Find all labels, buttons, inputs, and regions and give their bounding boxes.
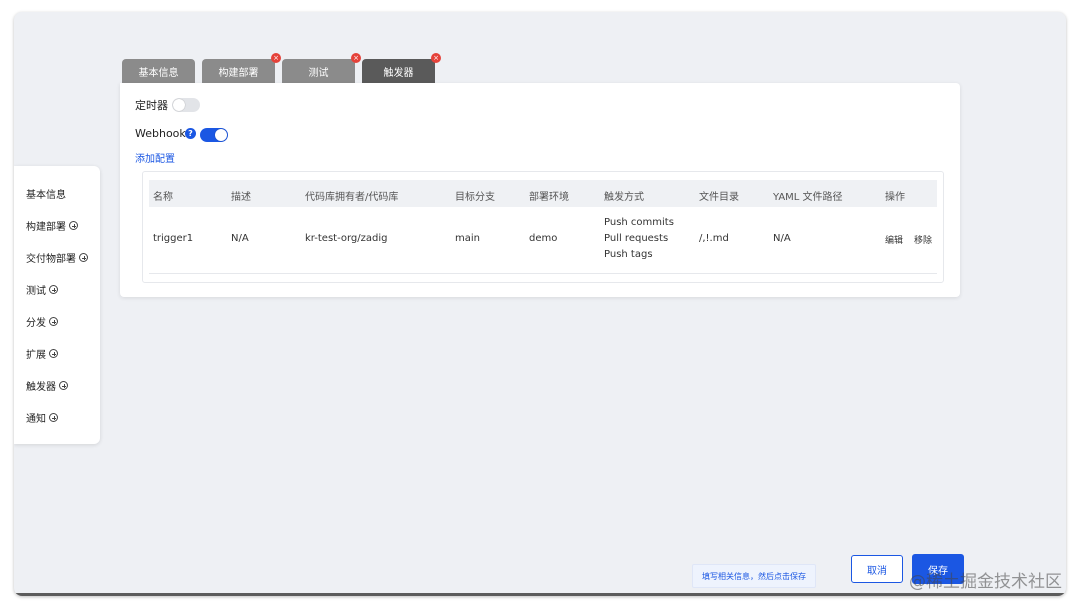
sidebar: 基本信息 构建部署 交付物部署 测试 分发 扩展 触发器 通知 [14,166,100,444]
edit-link[interactable]: 编辑 [885,233,903,246]
close-icon[interactable]: × [351,53,361,63]
sidebar-item-label: 交付物部署 [26,254,76,265]
tab-build-deploy[interactable]: 构建部署 × [202,53,281,83]
cell-branch: main [455,233,480,244]
save-hint: 填写相关信息，然后点击保存 [692,564,816,588]
sidebar-item-label: 通知 [26,414,46,425]
cell-repo: kr-test-org/zadig [305,233,388,244]
header-actions: 操作 [885,192,905,203]
header-branch: 目标分支 [455,192,495,203]
sidebar-item-basic-info[interactable]: 基本信息 [26,186,66,201]
header-file-dir: 文件目录 [699,192,739,203]
row-divider [149,273,937,274]
window-bottom-edge [14,593,1066,596]
toggle-knob [173,99,185,111]
sidebar-item-label: 测试 [26,286,46,297]
sidebar-item-label: 基本信息 [26,190,66,201]
webhook-label: Webhook [135,127,186,140]
sidebar-item-label: 分发 [26,318,46,329]
webhook-table: 名称 描述 代码库拥有者/代码库 目标分支 部署环境 触发方式 文件目录 YAM… [142,171,944,283]
cell-description: N/A [231,233,249,244]
timer-label: 定时器 [135,99,168,112]
app-window: 基本信息 构建部署 交付物部署 测试 分发 扩展 触发器 通知 基本信息 构建部… [14,12,1066,596]
help-icon[interactable]: ? [185,128,196,139]
cell-env: demo [529,233,558,244]
cell-trigger-pull-requests: Pull requests [604,233,669,244]
header-yaml-path: YAML 文件路径 [773,192,843,203]
tab-label: 触发器 [383,67,414,79]
cell-yaml-path: N/A [773,233,791,244]
sidebar-item-trigger[interactable]: 触发器 [26,378,68,393]
tab-label: 构建部署 [218,67,259,79]
tab-basic-info[interactable]: 基本信息 [122,59,195,83]
timer-toggle[interactable] [172,98,200,112]
header-description: 描述 [231,192,251,203]
cell-trigger-push-commits: Push commits [604,217,674,228]
sidebar-item-label: 触发器 [26,382,56,393]
cancel-button[interactable]: 取消 [851,555,903,583]
sidebar-item-label: 构建部署 [26,222,66,233]
add-circle-icon[interactable] [69,221,78,230]
trigger-panel: 定时器 Webhook ? 添加配置 名称 描述 代码库拥有者/代码库 目标分支… [120,83,960,297]
close-icon[interactable]: × [271,53,281,63]
watermark: @稀土掘金技术社区 [909,572,1062,592]
tab-trigger[interactable]: 触发器 × [362,53,441,83]
add-circle-icon[interactable] [49,413,58,422]
sidebar-item-extension[interactable]: 扩展 [26,346,58,361]
add-circle-icon[interactable] [49,349,58,358]
sidebar-item-notify[interactable]: 通知 [26,410,58,425]
header-name: 名称 [153,192,173,203]
sidebar-item-test[interactable]: 测试 [26,282,58,297]
tab-label: 基本信息 [138,67,179,79]
header-env: 部署环境 [529,192,569,203]
table-header: 名称 描述 代码库拥有者/代码库 目标分支 部署环境 触发方式 文件目录 YAM… [149,180,937,207]
add-circle-icon[interactable] [49,285,58,294]
remove-link[interactable]: 移除 [914,233,932,246]
sidebar-item-artifact-deploy[interactable]: 交付物部署 [26,250,88,265]
sidebar-item-distribute[interactable]: 分发 [26,314,58,329]
close-icon[interactable]: × [431,53,441,63]
cell-trigger-push-tags: Push tags [604,249,653,260]
add-circle-icon[interactable] [49,317,58,326]
tab-test[interactable]: 测试 × [282,53,361,83]
header-repo: 代码库拥有者/代码库 [305,192,399,203]
tab-label: 测试 [308,67,329,79]
toggle-knob [215,129,227,141]
add-config-link[interactable]: 添加配置 [135,150,175,165]
add-circle-icon[interactable] [79,253,88,262]
cell-name: trigger1 [153,233,194,244]
sidebar-item-build-deploy[interactable]: 构建部署 [26,218,78,233]
header-trigger-mode: 触发方式 [604,192,644,203]
cell-file-dir: /,!.md [699,233,729,244]
webhook-toggle[interactable] [200,128,228,142]
add-circle-icon[interactable] [59,381,68,390]
sidebar-item-label: 扩展 [26,350,46,361]
